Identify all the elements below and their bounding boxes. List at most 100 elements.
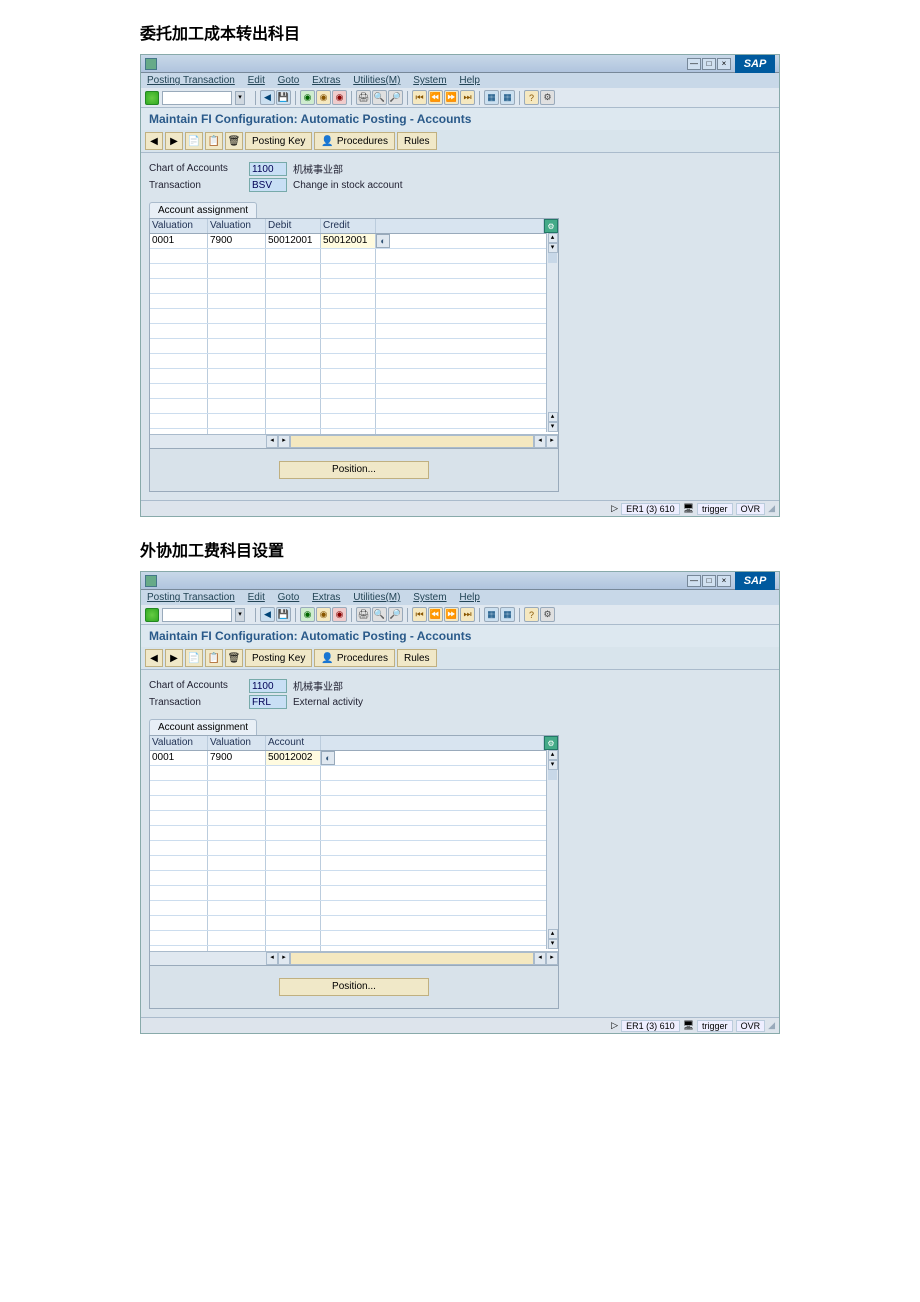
hscroll-left2-icon[interactable]: ◂: [534, 435, 546, 448]
cell-credit[interactable]: 50012001: [321, 234, 376, 248]
scroll-up-icon[interactable]: ▴: [548, 750, 558, 760]
disk-icon[interactable]: 💾: [276, 90, 291, 105]
new-entries-icon[interactable]: 📄: [185, 649, 203, 667]
scroll-down-icon[interactable]: ▾: [548, 760, 558, 770]
prev-page-icon[interactable]: ⏪: [428, 607, 443, 622]
horizontal-scrollbar[interactable]: ◂ ▸ ◂ ▸: [150, 434, 558, 448]
next-icon[interactable]: ▶: [165, 649, 183, 667]
scroll-up2-icon[interactable]: ▴: [548, 412, 558, 422]
scroll-down2-icon[interactable]: ▾: [548, 939, 558, 949]
layout-icon[interactable]: ⚙: [540, 90, 555, 105]
menu-goto[interactable]: Goto: [278, 75, 300, 86]
hscroll-right2-icon[interactable]: ▸: [546, 435, 558, 448]
grid-config-icon[interactable]: ⚙: [544, 736, 558, 750]
help-icon[interactable]: ?: [524, 607, 539, 622]
menu-edit[interactable]: Edit: [248, 592, 265, 603]
prev-icon[interactable]: ◀: [145, 132, 163, 150]
close-icon[interactable]: ×: [717, 575, 731, 587]
new-entries-icon[interactable]: 📄: [185, 132, 203, 150]
cell-debit[interactable]: 50012001: [266, 234, 321, 248]
command-dropdown-icon[interactable]: ▾: [235, 91, 245, 105]
table-row[interactable]: 0001 7900 50012001 50012001 ◐: [150, 234, 558, 249]
back-icon[interactable]: ◉: [300, 90, 315, 105]
scroll-up-icon[interactable]: ▴: [548, 233, 558, 243]
next-icon[interactable]: ▶: [165, 132, 183, 150]
help-icon[interactable]: ?: [524, 90, 539, 105]
table-row[interactable]: 0001 7900 50012002 ◐: [150, 751, 558, 766]
copy-icon[interactable]: 📋: [205, 649, 223, 667]
cell-account[interactable]: 50012002: [266, 751, 321, 765]
hscroll-right-icon[interactable]: ▸: [278, 952, 290, 965]
procedures-button[interactable]: 👤Procedures: [314, 649, 395, 667]
shortcut-icon[interactable]: ▦: [500, 90, 515, 105]
enter-icon[interactable]: [145, 91, 159, 105]
menu-utilities[interactable]: Utilities(M): [353, 75, 400, 86]
minimize-icon[interactable]: —: [687, 575, 701, 587]
last-page-icon[interactable]: ⏭: [460, 607, 475, 622]
find-icon[interactable]: 🔍: [372, 90, 387, 105]
disk-icon[interactable]: 💾: [276, 607, 291, 622]
posting-key-button[interactable]: Posting Key: [245, 132, 312, 150]
layout-icon[interactable]: ⚙: [540, 607, 555, 622]
vertical-scrollbar[interactable]: ▴ ▾ ▴ ▾: [546, 233, 558, 432]
exit-icon[interactable]: ◉: [316, 90, 331, 105]
cell-vm[interactable]: 0001: [150, 751, 208, 765]
prev-page-icon[interactable]: ⏪: [428, 90, 443, 105]
menu-help[interactable]: Help: [459, 75, 480, 86]
delete-icon[interactable]: 🗑: [225, 132, 243, 150]
copy-icon[interactable]: 📋: [205, 132, 223, 150]
cancel-icon[interactable]: ◉: [332, 90, 347, 105]
find-next-icon[interactable]: 🔎: [388, 607, 403, 622]
hscroll-left-icon[interactable]: ◂: [266, 435, 278, 448]
next-page-icon[interactable]: ⏩: [444, 90, 459, 105]
new-session-icon[interactable]: ▦: [484, 90, 499, 105]
cell-vm[interactable]: 0001: [150, 234, 208, 248]
delete-icon[interactable]: 🗑: [225, 649, 243, 667]
save-icon[interactable]: ◀: [260, 607, 275, 622]
hscroll-left-icon[interactable]: ◂: [266, 952, 278, 965]
menu-extras[interactable]: Extras: [312, 75, 340, 86]
menu-system[interactable]: System: [413, 75, 446, 86]
hscroll-right-icon[interactable]: ▸: [278, 435, 290, 448]
menu-extras[interactable]: Extras: [312, 592, 340, 603]
scroll-down2-icon[interactable]: ▾: [548, 422, 558, 432]
cell-vc[interactable]: 7900: [208, 234, 266, 248]
shortcut-icon[interactable]: ▦: [500, 607, 515, 622]
rules-button[interactable]: Rules: [397, 649, 437, 667]
new-session-icon[interactable]: ▦: [484, 607, 499, 622]
menu-edit[interactable]: Edit: [248, 75, 265, 86]
vertical-scrollbar[interactable]: ▴ ▾ ▴ ▾: [546, 750, 558, 949]
menu-system[interactable]: System: [413, 592, 446, 603]
menu-help[interactable]: Help: [459, 592, 480, 603]
find-icon[interactable]: 🔍: [372, 607, 387, 622]
save-icon[interactable]: ◀: [260, 90, 275, 105]
tab-account-assignment[interactable]: Account assignment: [149, 202, 257, 218]
command-field[interactable]: [162, 608, 232, 622]
back-icon[interactable]: ◉: [300, 607, 315, 622]
menu-posting[interactable]: Posting Transaction: [147, 592, 235, 603]
last-page-icon[interactable]: ⏭: [460, 90, 475, 105]
minimize-icon[interactable]: —: [687, 58, 701, 70]
cell-vc[interactable]: 7900: [208, 751, 266, 765]
menu-posting[interactable]: Posting Transaction: [147, 75, 235, 86]
command-dropdown-icon[interactable]: ▾: [235, 608, 245, 622]
prev-icon[interactable]: ◀: [145, 649, 163, 667]
position-button[interactable]: Position...: [279, 978, 429, 996]
print-icon[interactable]: 🖨: [356, 90, 371, 105]
hscroll-right2-icon[interactable]: ▸: [546, 952, 558, 965]
horizontal-scrollbar[interactable]: ◂ ▸ ◂ ▸: [150, 951, 558, 965]
find-next-icon[interactable]: 🔎: [388, 90, 403, 105]
cancel-icon[interactable]: ◉: [332, 607, 347, 622]
print-icon[interactable]: 🖨: [356, 607, 371, 622]
close-icon[interactable]: ×: [717, 58, 731, 70]
tab-account-assignment[interactable]: Account assignment: [149, 719, 257, 735]
procedures-button[interactable]: 👤Procedures: [314, 132, 395, 150]
posting-key-button[interactable]: Posting Key: [245, 649, 312, 667]
scroll-down-icon[interactable]: ▾: [548, 243, 558, 253]
first-page-icon[interactable]: ⏮: [412, 90, 427, 105]
menu-utilities[interactable]: Utilities(M): [353, 592, 400, 603]
rules-button[interactable]: Rules: [397, 132, 437, 150]
position-button[interactable]: Position...: [279, 461, 429, 479]
command-field[interactable]: [162, 91, 232, 105]
search-help-icon[interactable]: ◐: [321, 751, 335, 765]
